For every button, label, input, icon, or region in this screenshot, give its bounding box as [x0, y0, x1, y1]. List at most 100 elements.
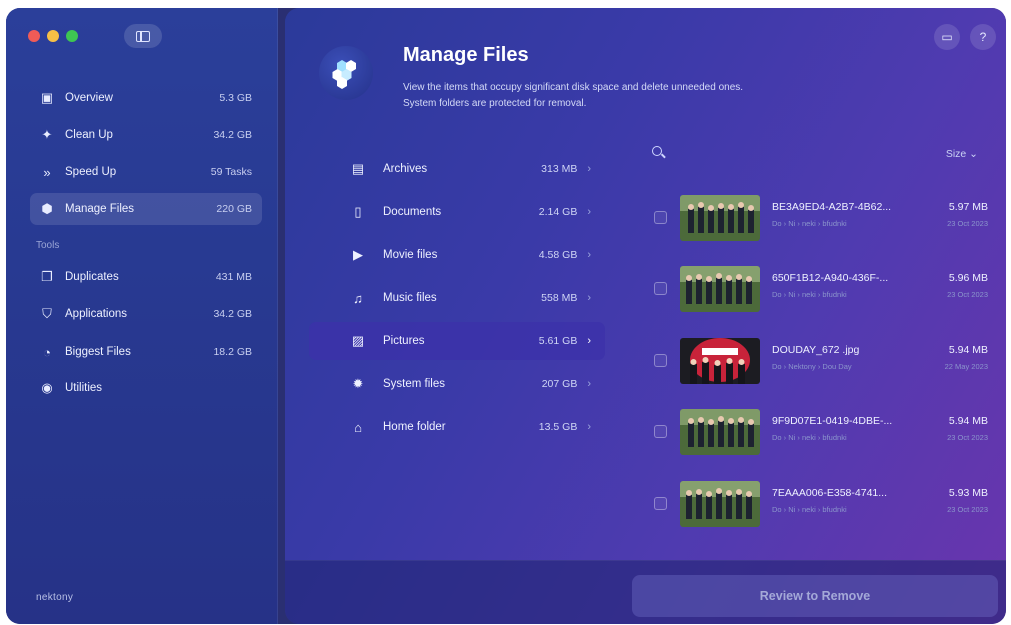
- window-controls: [28, 30, 78, 42]
- file-date: 23 Oct 2023: [947, 433, 988, 442]
- category-home-folder[interactable]: ⌂ Home folder 13.5 GB ›: [309, 408, 605, 446]
- file-checkbox[interactable]: [654, 425, 667, 438]
- biggest-files-icon: ◔: [43, 344, 51, 360]
- file-checkbox[interactable]: [654, 211, 667, 224]
- picture-icon: ▨: [351, 333, 365, 348]
- file-thumbnail: [680, 195, 760, 241]
- sidebar-item-label: Manage Files: [65, 203, 135, 215]
- file-date: 23 Oct 2023: [947, 290, 988, 299]
- sidebar-item-value: 34.2 GB: [213, 129, 252, 141]
- sidebar-item-label: Applications: [65, 308, 128, 320]
- file-row[interactable]: 9F9D07E1-0419-4DBE-... Do › Ni › neki › …: [628, 400, 998, 464]
- sidebar-icon: [136, 30, 150, 42]
- minimize-window-button[interactable]: [47, 30, 59, 42]
- sidebar-item-value: 431 MB: [215, 271, 252, 283]
- file-row[interactable]: DOUDAY_672 .jpg Do › Nektony › Dou Day 5…: [628, 329, 998, 393]
- category-label: Movie files: [383, 249, 438, 261]
- file-size: 5.94 MB: [948, 344, 988, 356]
- sidebar-toggle-button[interactable]: [124, 24, 162, 48]
- file-row[interactable]: 650F1B12-A940-436F-... Do › Ni › neki › …: [628, 257, 998, 321]
- category-system-files[interactable]: ✹ System files 207 GB ›: [309, 365, 605, 403]
- archive-icon: ▤: [351, 161, 365, 176]
- category-size: 2.14 GB: [538, 206, 578, 218]
- speed-icon: »: [43, 164, 51, 180]
- category-label: Documents: [383, 206, 442, 218]
- file-name: BE3A9ED4-A2B7-4B62...: [772, 201, 892, 213]
- file-path: Do › Ni › neki › bfudnki: [772, 505, 847, 514]
- manage-files-icon: ⬢: [41, 201, 53, 216]
- description-line: System folders are protected for removal…: [403, 98, 587, 109]
- document-icon: ▯: [354, 204, 362, 219]
- sort-dropdown[interactable]: Size ⌄: [946, 148, 978, 160]
- file-name: 650F1B12-A940-436F-...: [772, 272, 889, 284]
- file-date: 23 Oct 2023: [947, 505, 988, 514]
- file-checkbox[interactable]: [654, 354, 667, 367]
- file-checkbox[interactable]: [654, 282, 667, 295]
- bottom-action-bar: Review to Remove: [285, 560, 1006, 624]
- category-documents[interactable]: ▯ Documents 2.14 GB ›: [309, 193, 605, 231]
- applications-icon: ⛉: [42, 306, 52, 321]
- category-movie-files[interactable]: ▶ Movie files 4.58 GB ›: [309, 236, 605, 274]
- file-thumbnail: [680, 338, 760, 384]
- review-to-remove-button[interactable]: Review to Remove: [632, 575, 998, 617]
- file-path: Do › Ni › neki › bfudnki: [772, 219, 847, 228]
- file-size: 5.96 MB: [948, 272, 988, 284]
- file-size: 5.94 MB: [948, 415, 988, 427]
- app-window: ▣ Overview 5.3 GB ✦ Clean Up 34.2 GB » S…: [6, 8, 1006, 624]
- question-icon: ?: [979, 30, 987, 44]
- description-line: View the items that occupy significant d…: [403, 82, 744, 93]
- chevron-right-icon: ›: [587, 249, 591, 261]
- file-row[interactable]: 7EAAA006-E358-4741... Do › Ni › neki › b…: [628, 472, 998, 536]
- category-music-files[interactable]: ♫ Music files 558 MB ›: [309, 279, 605, 317]
- chat-bubble-icon: ▭: [941, 30, 953, 44]
- category-archives[interactable]: ▤ Archives 313 MB ›: [309, 150, 605, 188]
- sidebar-item-speed-up[interactable]: » Speed Up 59 Tasks: [30, 156, 262, 188]
- sidebar-item-label: Duplicates: [65, 271, 119, 283]
- category-label: System files: [383, 378, 445, 390]
- file-row[interactable]: BE3A9ED4-A2B7-4B62... Do › Ni › neki › b…: [628, 186, 998, 250]
- sidebar-item-label: Speed Up: [65, 166, 117, 178]
- file-path: Do › Ni › neki › bfudnki: [772, 433, 847, 442]
- category-size: 13.5 GB: [538, 421, 578, 433]
- chevron-right-icon: ›: [587, 206, 591, 218]
- category-pictures[interactable]: ▨ Pictures 5.61 GB ›: [309, 322, 605, 360]
- file-date: 22 May 2023: [944, 362, 988, 371]
- sidebar-item-manage-files[interactable]: ⬢ Manage Files 220 GB: [30, 193, 262, 225]
- sidebar-item-value: 5.3 GB: [219, 92, 252, 104]
- file-thumbnail: [680, 481, 760, 527]
- category-label: Music files: [383, 292, 437, 304]
- music-icon: ♫: [353, 290, 363, 306]
- category-label: Archives: [383, 163, 428, 175]
- search-icon[interactable]: [652, 146, 668, 162]
- category-size: 207 GB: [541, 378, 578, 390]
- close-window-button[interactable]: [28, 30, 40, 42]
- sidebar-item-utilities[interactable]: ◉ Utilities: [30, 372, 262, 404]
- sidebar-item-label: Overview: [65, 92, 113, 104]
- sidebar: ▣ Overview 5.3 GB ✦ Clean Up 34.2 GB » S…: [6, 8, 278, 624]
- sidebar-item-value: 59 Tasks: [210, 166, 252, 178]
- file-checkbox[interactable]: [654, 497, 667, 510]
- sidebar-item-value: 34.2 GB: [213, 308, 252, 320]
- category-label: Home folder: [383, 421, 446, 433]
- gear-icon: ✹: [352, 376, 364, 391]
- chevron-right-icon: ›: [587, 292, 591, 304]
- file-name: 7EAAA006-E358-4741...: [772, 487, 887, 499]
- sidebar-item-overview[interactable]: ▣ Overview 5.3 GB: [30, 82, 262, 114]
- manage-files-logo-icon: [319, 46, 373, 100]
- file-list: Size ⌄ BE3A9ED4-A2B7-4B62... Do › Ni › n…: [628, 136, 998, 556]
- sidebar-item-applications[interactable]: ⛉ Applications 34.2 GB: [30, 298, 262, 330]
- help-button[interactable]: ?: [970, 24, 996, 50]
- chevron-right-icon: ›: [587, 421, 591, 433]
- chevron-right-icon: ›: [587, 163, 591, 175]
- file-thumbnail: [680, 409, 760, 455]
- sidebar-item-duplicates[interactable]: ❐ Duplicates 431 MB: [30, 261, 262, 293]
- file-thumbnail: [680, 266, 760, 312]
- zoom-window-button[interactable]: [66, 30, 78, 42]
- page-title: Manage Files: [403, 44, 529, 66]
- sidebar-item-label: Utilities: [65, 382, 103, 394]
- home-icon: ⌂: [354, 419, 362, 435]
- brand-logo: nektony: [36, 592, 74, 603]
- sidebar-item-clean-up[interactable]: ✦ Clean Up 34.2 GB: [30, 119, 262, 151]
- sidebar-item-biggest-files[interactable]: ◔ Biggest Files 18.2 GB: [30, 336, 262, 368]
- feedback-button[interactable]: ▭: [934, 24, 960, 50]
